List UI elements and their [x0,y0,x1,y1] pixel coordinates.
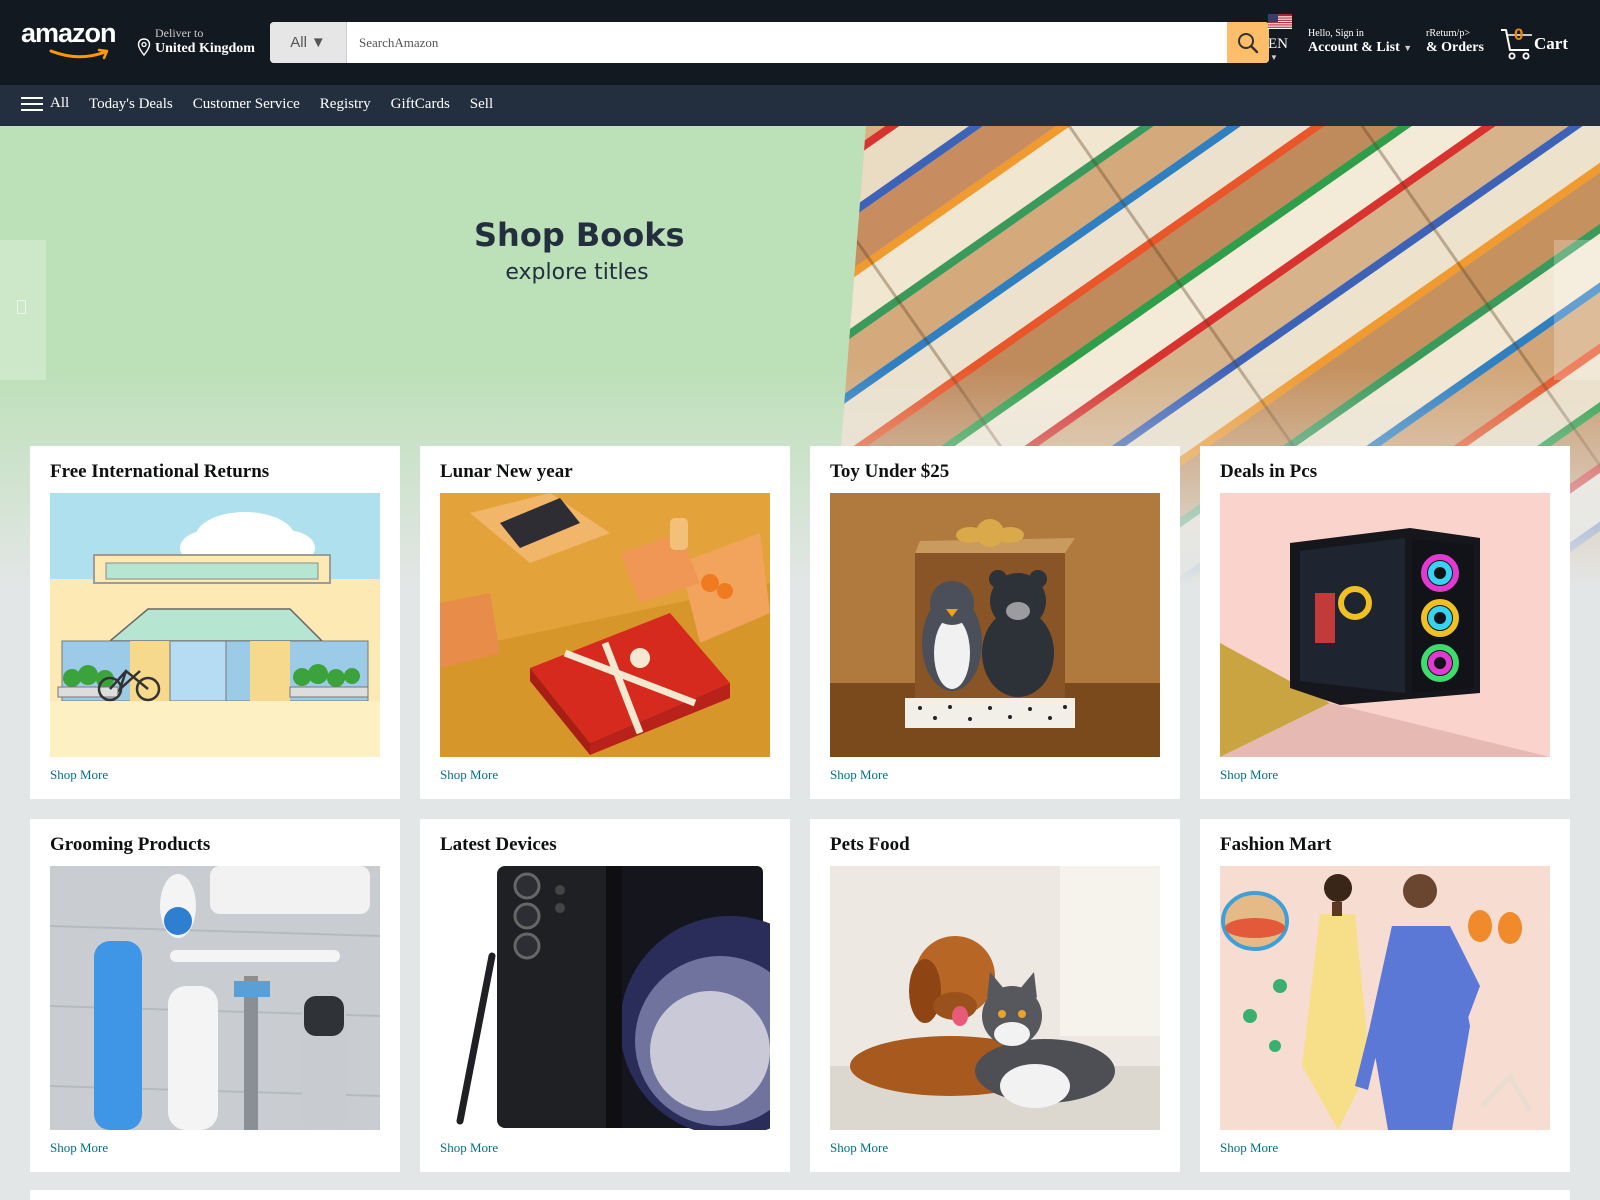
cart-label: Cart [1534,34,1568,53]
subnav-links: Today's Deals Customer Service Registry … [89,96,493,113]
search-category-value: All [290,34,307,51]
card-title: Deals in Pcs [1220,461,1318,482]
cart-count: 0 [1514,25,1524,44]
search-category-select[interactable]: All ▼ [270,22,347,63]
logo-text: amazon [21,18,117,48]
card-image-phone[interactable] [440,866,770,1130]
account-lists[interactable]: Hello, Sign in Account & List ▼ [1308,28,1412,56]
all-menu-button[interactable]: All [21,95,69,112]
search-button[interactable] [1227,22,1269,63]
card-pets-food: Pets Food Shop More [810,819,1180,1172]
card-image-fashion[interactable] [1220,866,1550,1130]
card-lunar-new-year: Lunar New year Shop More [420,446,790,799]
sub-navigation: All Today's Deals Customer Service Regis… [0,85,1600,126]
gaming-pc-image [1220,493,1550,757]
orders-label: & Orders [1426,40,1484,55]
card-image-grooming[interactable] [50,866,380,1130]
hamburger-menu-icon [21,96,43,111]
plush-toys-image [830,493,1160,757]
card-title: Lunar New year [440,461,573,482]
carousel-next-button[interactable] [1554,240,1600,380]
card-latest-devices: Latest Devices Shop More [420,819,790,1172]
nav-link-sell[interactable]: Sell [470,96,493,113]
shop-more-link[interactable]: Shop More [440,1140,498,1156]
shop-more-link[interactable]: Shop More [50,1140,108,1156]
card-title: Toy Under $25 [830,461,950,482]
account-greeting: Hello, Sign in [1308,28,1364,39]
card-deals-in-pcs: Deals in Pcs Shop More [1200,446,1570,799]
deliver-label: Deliver to [155,26,204,40]
caret-down-icon: ▼ [1403,43,1413,53]
card-free-international-returns: Free International Returns Shop More [30,446,400,799]
dog-and-cat-image [830,866,1160,1130]
card-image-gifts[interactable] [440,493,770,757]
deliver-location: United Kingdom [155,41,255,56]
card-image-toys[interactable] [830,493,1160,757]
card-title: Fashion Mart [1220,834,1332,855]
smartphone-image [440,866,770,1130]
shop-more-link[interactable]: Shop More [1220,1140,1278,1156]
carousel-prev-button[interactable] [0,240,46,380]
card-title: Free International Returns [50,461,270,482]
search-icon [1238,32,1259,53]
location-pin-icon [137,38,151,56]
nav-link-todays-deals[interactable]: Today's Deals [89,96,173,113]
gift-boxes-image [440,493,770,757]
nav-link-gift-cards[interactable]: GiftCards [391,96,450,113]
top-header: amazon Deliver to United Kingdom All ▼ S… [0,0,1600,85]
card-grooming-products: Grooming Products Shop More [30,819,400,1172]
shop-more-link[interactable]: Shop More [440,767,498,783]
fashion-models-image [1220,866,1550,1130]
shop-more-link[interactable]: Shop More [830,767,888,783]
card-fashion-mart: Fashion Mart Shop More [1200,819,1570,1172]
account-label-text: Account & List [1308,40,1400,55]
us-flag-icon [1268,14,1292,29]
logo-smile-icon [49,48,109,60]
hero-title: Shop Books [474,216,685,254]
caret-down-icon: ▼ [310,34,326,51]
returns-orders[interactable]: rReturn/p> & Orders [1426,28,1484,56]
shop-more-link[interactable]: Shop More [50,767,108,783]
search-bar: All ▼ [270,22,1269,63]
shop-more-link[interactable]: Shop More [830,1140,888,1156]
amazon-logo[interactable]: amazon [21,18,121,60]
caret-down-icon: ▼ [1270,53,1278,62]
cart-button[interactable]: 0 Cart [1499,25,1571,62]
card-title: Latest Devices [440,834,557,855]
account-label: Account & List ▼ [1308,40,1412,56]
card-title: Pets Food [830,834,910,855]
search-input[interactable] [347,22,1227,63]
nav-link-customer-service[interactable]: Customer Service [193,96,300,113]
card-toy-under-25: Toy Under $25 Shop More [810,446,1180,799]
card-image-pc[interactable] [1220,493,1550,757]
shop-more-link[interactable]: Shop More [1220,767,1278,783]
next-row-card-edge [30,1190,1570,1200]
card-title: Grooming Products [50,834,211,855]
card-image-pets[interactable] [830,866,1160,1130]
card-image-store[interactable] [50,493,380,757]
language-selector[interactable]: EN ▼ [1268,14,1292,62]
returns-label: rReturn/p> [1426,28,1470,39]
storefront-illustration [50,493,380,757]
hero-subtitle: explore titles [505,260,649,285]
language-code: EN [1268,36,1288,52]
all-menu-label: All [50,95,70,111]
nav-link-registry[interactable]: Registry [320,96,371,113]
chevron-left-icon [17,300,26,314]
grooming-products-image [50,866,380,1130]
